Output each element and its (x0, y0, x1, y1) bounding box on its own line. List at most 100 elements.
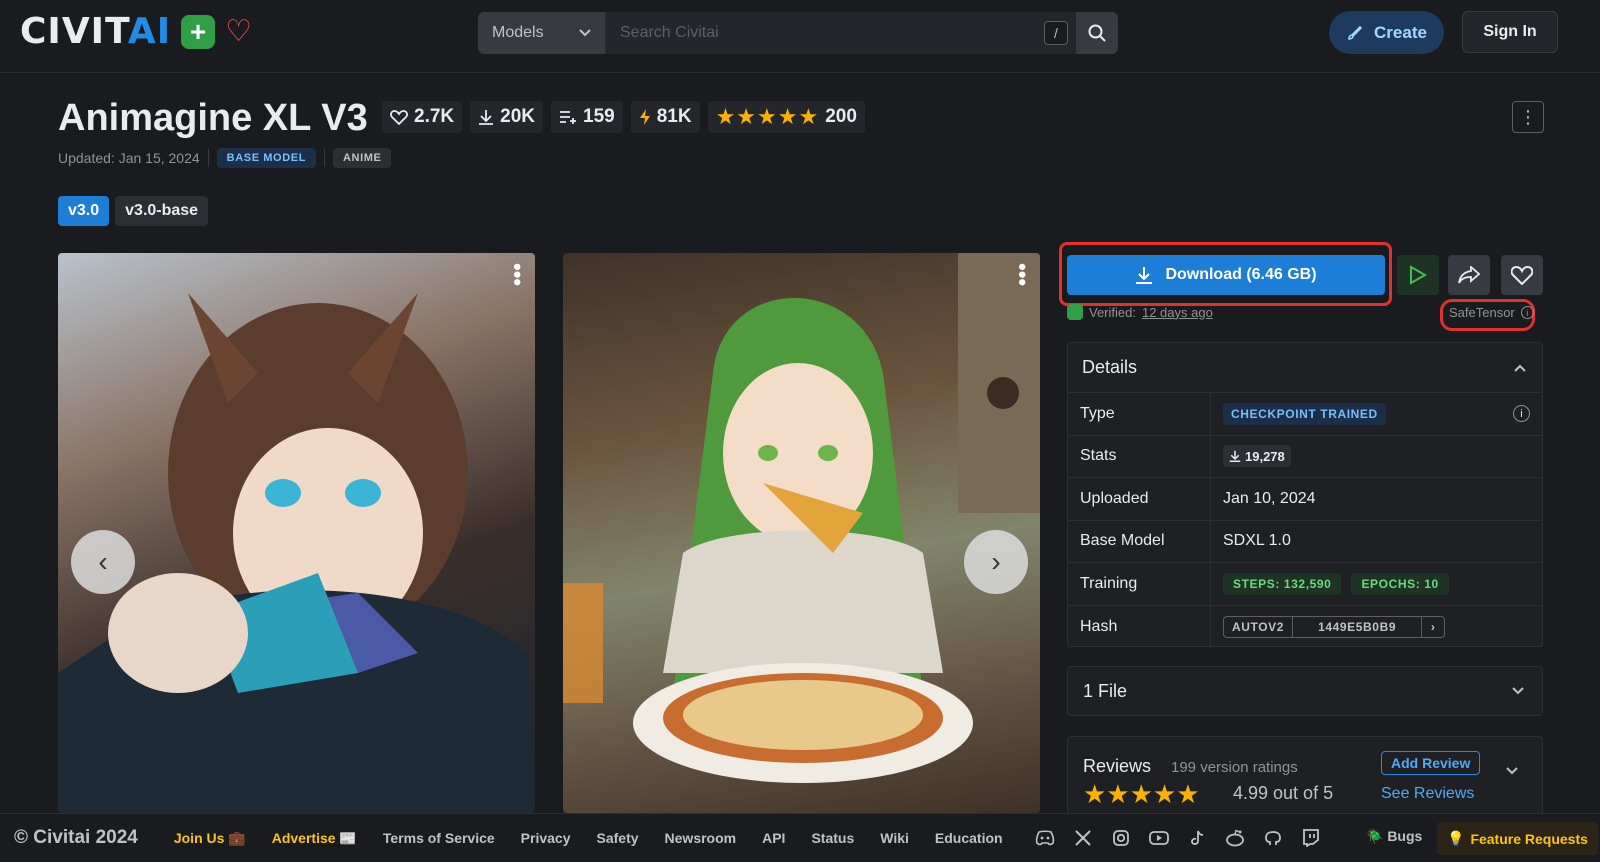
search-bar: Models / (478, 12, 1118, 54)
gallery-image-2[interactable]: ••• (563, 253, 1040, 813)
info-icon[interactable]: i (1513, 405, 1530, 423)
updated-date: Updated: Jan 15, 2024 (58, 150, 200, 166)
search-input[interactable] (606, 12, 1076, 54)
gallery-next-button[interactable]: › (964, 530, 1028, 594)
verified-label: Verified: (1089, 304, 1136, 320)
status-link[interactable]: Status (811, 830, 854, 846)
files-panel[interactable]: 1 File (1067, 666, 1543, 716)
search-shortcut-key: / (1044, 21, 1068, 45)
version-tab-v3-0[interactable]: v3.0 (58, 196, 110, 226)
run-button[interactable] (1397, 255, 1439, 295)
reviews-title: Reviews (1083, 756, 1152, 776)
version-tabs: v3.0 v3.0-base (58, 196, 209, 226)
search-category-label: Models (492, 24, 544, 41)
plus-icon[interactable]: + (181, 15, 216, 49)
chevron-right-icon[interactable]: › (1422, 620, 1444, 634)
brush-icon (1348, 25, 1363, 40)
row-label: Training (1068, 563, 1211, 605)
advertise-link[interactable]: Advertise 📰 (272, 830, 357, 847)
share-button[interactable] (1448, 255, 1490, 295)
row-label: Uploaded (1068, 478, 1211, 520)
feature-requests-label: Feature Requests (1470, 830, 1588, 847)
rating-stat[interactable]: ★★★★★ 200 (707, 101, 865, 133)
x-icon[interactable] (1073, 828, 1093, 848)
tiktok-icon[interactable] (1187, 828, 1207, 848)
create-button[interactable]: Create (1329, 11, 1444, 54)
divider (207, 149, 209, 167)
instagram-icon[interactable] (1111, 828, 1131, 848)
bolt-icon (639, 109, 650, 125)
uploaded-date: Jan 10, 2024 (1223, 489, 1316, 507)
reddit-icon[interactable] (1225, 828, 1245, 848)
row-label: Hash (1068, 605, 1211, 648)
likes-stat[interactable]: 2.7K (382, 101, 463, 133)
search-category-select[interactable]: Models (478, 12, 606, 54)
verified-status: Verified: 12 days ago (1067, 304, 1213, 320)
details-row-type: Type CHECKPOINT TRAINED i (1068, 393, 1542, 436)
youtube-icon[interactable] (1148, 828, 1169, 848)
civitai-logo[interactable]: CIVITAI + ♡ (20, 14, 252, 50)
type-badge: CHECKPOINT TRAINED (1223, 402, 1386, 425)
api-link[interactable]: API (762, 830, 785, 846)
chevron-down-icon (579, 29, 591, 37)
github-icon[interactable] (1263, 828, 1283, 848)
newsroom-link[interactable]: Newsroom (665, 830, 737, 846)
anime-badge[interactable]: ANIME (333, 148, 392, 168)
heart-icon[interactable]: ♡ (225, 17, 252, 47)
feature-requests-button[interactable]: 💡 Feature Requests (1437, 822, 1598, 855)
privacy-link[interactable]: Privacy (521, 830, 571, 846)
collections-stat[interactable]: 159 (551, 101, 623, 133)
base-model-badge[interactable]: BASE MODEL (216, 148, 317, 168)
image-options-icon[interactable]: ••• (505, 263, 530, 286)
chevron-right-icon: › (991, 546, 1001, 577)
chevron-down-icon (1512, 687, 1524, 695)
vertical-dots-icon: ⋮ (1519, 106, 1537, 127)
education-link[interactable]: Education (935, 830, 1003, 846)
safety-link[interactable]: Safety (597, 830, 639, 846)
likes-count: 2.7K (414, 106, 455, 127)
twitch-icon[interactable] (1301, 828, 1321, 848)
image-options-icon[interactable]: ••• (1010, 263, 1035, 286)
row-label: Type (1068, 393, 1211, 435)
play-icon (1410, 265, 1427, 285)
download-icon (1136, 267, 1153, 284)
more-options-button[interactable]: ⋮ (1512, 101, 1544, 133)
file-format-label: SafeTensor (1449, 305, 1515, 320)
hash-value[interactable]: 1449E5B0B9 (1293, 616, 1423, 637)
search-icon (1088, 24, 1106, 42)
divider (324, 149, 326, 167)
discord-icon[interactable] (1035, 828, 1055, 848)
epochs-badge: EPOCHS: 10 (1351, 572, 1449, 595)
version-tab-v3-0-base[interactable]: v3.0-base (115, 196, 209, 226)
terms-link[interactable]: Terms of Service (383, 830, 495, 846)
anime-girl-illustration (58, 293, 535, 813)
hash-type: AUTOV2 (1224, 616, 1294, 637)
details-header[interactable]: Details (1068, 343, 1542, 393)
details-row-uploaded: Uploaded Jan 10, 2024 (1068, 478, 1542, 521)
download-label: Download (6.46 GB) (1165, 266, 1317, 283)
sign-in-button[interactable]: Sign In (1462, 11, 1558, 53)
heart-outline-icon (390, 110, 408, 125)
verified-time-link[interactable]: 12 days ago (1142, 305, 1213, 320)
favorite-button[interactable] (1501, 255, 1543, 295)
info-icon[interactable]: i (1520, 306, 1534, 319)
create-label: Create (1374, 22, 1427, 42)
bugs-link[interactable]: 🪲 Bugs (1366, 828, 1422, 845)
see-reviews-link[interactable]: See Reviews (1381, 785, 1474, 803)
social-links (1035, 828, 1321, 848)
file-format: SafeTensor i (1449, 305, 1534, 320)
details-row-training: Training STEPS: 132,590 EPOCHS: 10 (1068, 563, 1542, 606)
gallery-image-1[interactable]: ••• (58, 253, 535, 813)
join-us-link[interactable]: Join Us 💼 (174, 830, 246, 847)
download-icon (479, 110, 494, 125)
chevron-down-icon[interactable] (1506, 767, 1518, 775)
add-review-button[interactable]: Add Review (1381, 751, 1481, 775)
buzz-stat: 81K (630, 101, 700, 133)
download-button[interactable]: Download (6.46 GB) (1067, 255, 1385, 295)
wiki-link[interactable]: Wiki (880, 830, 909, 846)
search-button[interactable] (1076, 12, 1118, 54)
logo-text-accent: AI (127, 11, 172, 52)
hash-selector[interactable]: AUTOV2 1449E5B0B9 › (1223, 615, 1446, 638)
shield-check-icon (1067, 304, 1083, 320)
gallery-prev-button[interactable]: ‹ (71, 530, 135, 594)
